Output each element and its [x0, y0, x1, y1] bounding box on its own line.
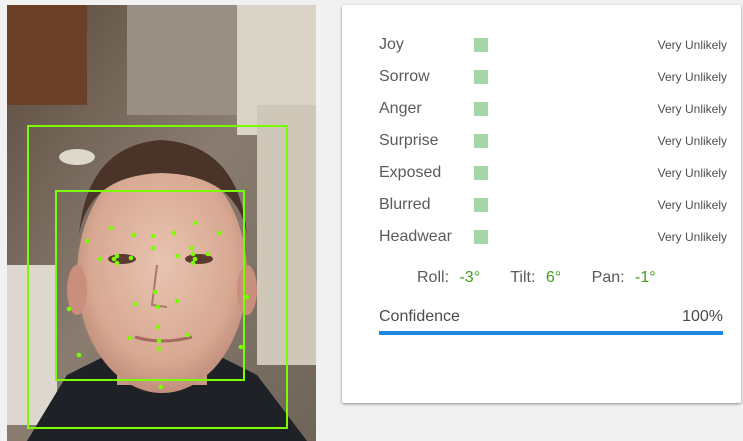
- likelihood-label: Very Unlikely: [657, 70, 727, 84]
- emotion-name: Blurred: [379, 196, 431, 213]
- emotion-row: Anger Very Unlikely: [379, 93, 727, 125]
- face-attributes-card: Joy Very Unlikely Sorrow Very Unlikely Anger…: [342, 5, 741, 403]
- tilt-label: Tilt:: [510, 269, 536, 286]
- emotion-row: Exposed Very Unlikely: [379, 157, 727, 189]
- likelihood-label: Very Unlikely: [657, 102, 727, 116]
- likelihood-swatch: [474, 38, 488, 52]
- likelihood-label: Very Unlikely: [657, 230, 727, 244]
- likelihood-swatch: [474, 102, 488, 116]
- pan-label: Pan:: [591, 269, 625, 286]
- likelihood-label: Very Unlikely: [657, 166, 727, 180]
- likelihood-swatch: [474, 230, 488, 244]
- head-angles: Roll: -3° Tilt: 6° Pan: -1°: [417, 269, 656, 287]
- emotion-name: Joy: [379, 36, 404, 53]
- emotion-name: Surprise: [379, 132, 439, 149]
- emotion-name: Sorrow: [379, 68, 430, 85]
- roll-value: -3°: [459, 269, 481, 286]
- confidence-value: 100%: [682, 308, 723, 325]
- confidence-bar-fill: [379, 331, 723, 335]
- likelihood-label: Very Unlikely: [657, 134, 727, 148]
- confidence-row: Confidence 100%: [379, 308, 723, 326]
- emotion-row: Headwear Very Unlikely: [379, 221, 727, 253]
- likelihood-swatch: [474, 198, 488, 212]
- emotion-name: Headwear: [379, 228, 452, 245]
- tilt-value: 6°: [545, 269, 562, 286]
- likelihood-label: Very Unlikely: [657, 198, 727, 212]
- emotion-row: Sorrow Very Unlikely: [379, 61, 727, 93]
- emotion-row: Surprise Very Unlikely: [379, 125, 727, 157]
- emotion-name: Anger: [379, 100, 422, 117]
- confidence-bar: [379, 331, 723, 335]
- emotion-name: Exposed: [379, 164, 442, 181]
- emotion-row: Joy Very Unlikely: [379, 29, 727, 61]
- likelihood-label: Very Unlikely: [657, 38, 727, 52]
- likelihood-swatch: [474, 166, 488, 180]
- pan-value: -1°: [635, 269, 656, 286]
- face-photo-canvas: [7, 5, 316, 441]
- likelihood-swatch: [474, 134, 488, 148]
- emotion-row: Blurred Very Unlikely: [379, 189, 727, 221]
- confidence-label: Confidence: [379, 308, 460, 325]
- likelihood-swatch: [474, 70, 488, 84]
- face-photo: [7, 5, 316, 441]
- roll-label: Roll:: [417, 269, 450, 286]
